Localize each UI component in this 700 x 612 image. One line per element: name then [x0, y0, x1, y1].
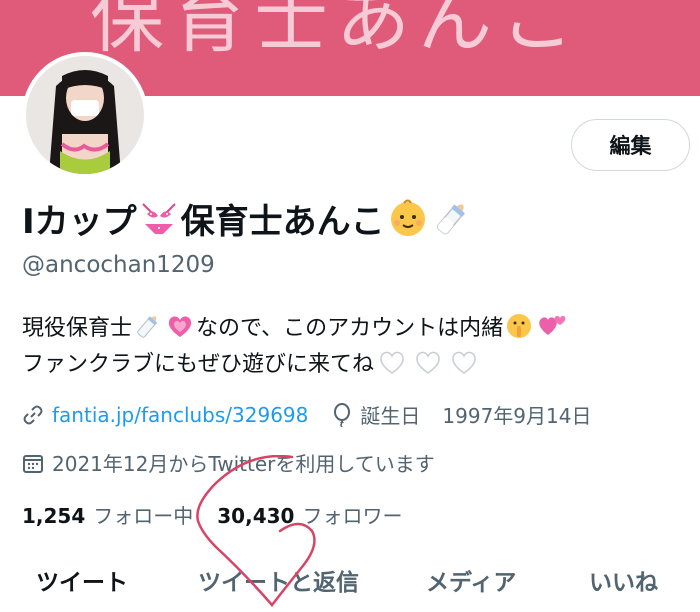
- growing-heart-emoji-icon: [164, 311, 196, 341]
- bio-text-1a: 現役保育士: [22, 316, 133, 341]
- shushing-face-emoji-icon: [503, 311, 535, 341]
- baby-bottle-emoji-icon: [132, 311, 164, 341]
- white-heart-emoji-icon: [374, 347, 410, 377]
- following-count: 1,254: [22, 504, 86, 528]
- baby-emoji-icon: [387, 197, 429, 239]
- following-label: フォロー中: [93, 504, 194, 528]
- tab-likes[interactable]: いいね: [589, 563, 658, 597]
- joined-date: 2021年12月からTwitterを利用しています: [52, 452, 435, 476]
- name-part1: Iカップ: [22, 201, 137, 242]
- calendar-icon: [22, 452, 44, 474]
- following-link[interactable]: 1,254 フォロー中: [22, 500, 193, 529]
- two-hearts-emoji-icon: [535, 311, 569, 341]
- banner-text: 保育士あんこ: [90, 0, 582, 63]
- link-icon: [22, 404, 44, 426]
- avatar-photo: [26, 56, 144, 174]
- bio-text-2: ファンクラブにもぜひ遊びに来てね: [22, 352, 375, 377]
- birthday-value: 1997年9月14日: [442, 404, 592, 428]
- tab-tweets[interactable]: ツイート: [36, 563, 128, 597]
- followers-label: フォロワー: [302, 504, 403, 528]
- bio-line-1: 現役保育士 なので、このアカウントは内緒: [22, 310, 569, 342]
- bikini-emoji-icon: [139, 198, 179, 238]
- balloon-icon: [332, 402, 352, 427]
- avatar[interactable]: [22, 52, 148, 178]
- name-part2: 保育士あんこ: [180, 201, 385, 242]
- profile-meta-row: fantia.jp/fanclubs/329698 誕生日 1997年9月14日: [22, 400, 591, 429]
- profile-tabs: ツイート ツイートと返信 メディア いいね: [0, 555, 700, 612]
- bio-line-2: ファンクラブにもぜひ遊びに来てね: [22, 346, 482, 378]
- baby-bottle-emoji-icon: [431, 197, 473, 239]
- tab-media[interactable]: メディア: [426, 563, 516, 597]
- profile-handle: @ancochan1209: [22, 252, 215, 278]
- white-heart-emoji-icon: [410, 347, 446, 377]
- follow-counts: 1,254 フォロー中 30,430 フォロワー: [22, 500, 402, 529]
- joined-row: 2021年12月からTwitterを利用しています: [22, 448, 435, 477]
- profile-name: Iカップ 保育士あんこ: [22, 196, 473, 242]
- bio-text-1b: なので、このアカウントは内緒: [196, 316, 504, 341]
- edit-profile-button[interactable]: 編集: [571, 119, 690, 171]
- birthday-label: 誕生日: [360, 404, 421, 428]
- profile-link[interactable]: fantia.jp/fanclubs/329698: [52, 403, 308, 427]
- tab-tweets-and-replies[interactable]: ツイートと返信: [198, 563, 359, 597]
- followers-link[interactable]: 30,430 フォロワー: [217, 500, 402, 529]
- followers-count: 30,430: [217, 504, 295, 528]
- white-heart-emoji-icon: [446, 347, 482, 377]
